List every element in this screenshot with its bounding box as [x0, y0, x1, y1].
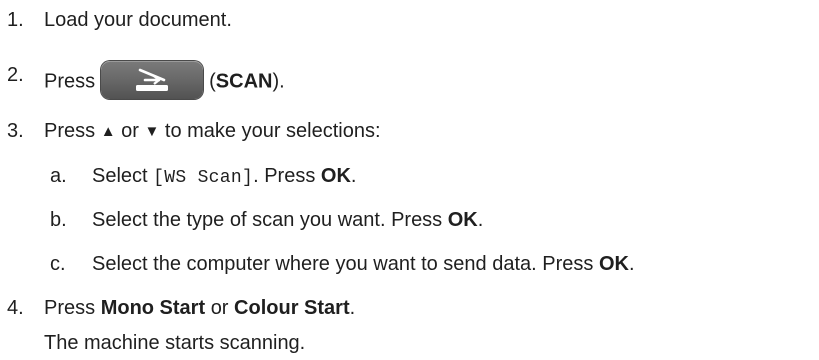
mono-start-label: Mono Start	[100, 297, 206, 319]
down-arrow-icon: ▼	[144, 123, 160, 140]
ok-label: OK	[598, 253, 629, 275]
scan-icon	[136, 68, 169, 91]
step-text-press: Press	[44, 120, 96, 142]
scan-paren-open: (	[209, 70, 216, 93]
ok-label: OK	[320, 165, 351, 187]
step-text: Load your document.	[44, 9, 232, 31]
step-text-rest: to make your selections:	[164, 120, 381, 142]
step-number: 1.	[7, 9, 24, 31]
result-note-text: The machine starts scanning.	[44, 332, 306, 354]
ok-label: OK	[447, 209, 478, 231]
menu-option-ws-scan: [WS Scan]	[153, 168, 254, 188]
scan-paren-close: ).	[272, 70, 285, 93]
substep-letter: c.	[50, 253, 66, 275]
substep-text-select: Select	[92, 165, 148, 187]
substep-letter: a.	[50, 165, 67, 187]
up-arrow-icon: ▲	[100, 123, 116, 140]
step-text-press: Press	[44, 70, 96, 93]
substep-text: Select the computer where you want to se…	[92, 253, 594, 275]
scan-button[interactable]	[101, 61, 204, 99]
step-number: 4.	[7, 297, 24, 319]
step-text-or: or	[210, 297, 229, 319]
step-text-or: or	[121, 120, 139, 142]
substep-text: Select the type of scan you want. Press	[92, 209, 443, 231]
colour-start-label: Colour Start	[234, 297, 350, 319]
step-number: 3.	[7, 120, 24, 142]
scan-label: SCAN	[215, 70, 273, 93]
step-text-press: Press	[44, 297, 96, 319]
substep-letter: b.	[50, 209, 67, 231]
substep-text-press: . Press	[253, 165, 316, 187]
step-number: 2.	[7, 64, 24, 86]
